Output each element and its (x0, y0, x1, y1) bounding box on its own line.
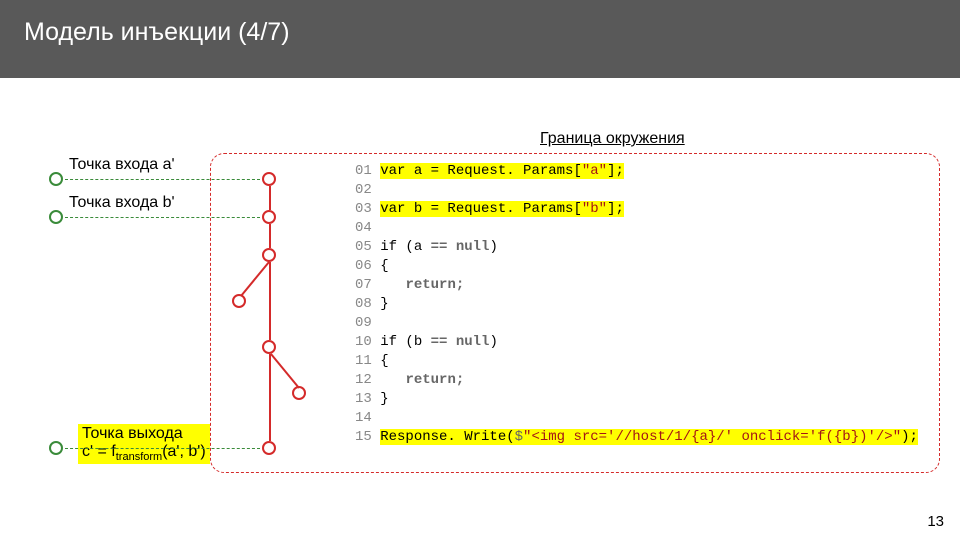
slide-header: Модель инъекции (4/7) (0, 0, 960, 78)
code-listing: 01 var a = Request. Params["a"];02 03 va… (355, 162, 918, 447)
exit-c-line1: Точка выхода (82, 425, 183, 442)
entry-b-label: Точка входа bʹ (65, 193, 179, 213)
slide-title: Модель инъекции (4/7) (24, 18, 290, 47)
node-01 (262, 172, 276, 186)
entry-b-edge (65, 217, 260, 218)
node-03 (262, 210, 276, 224)
edge-03-05 (269, 224, 271, 248)
boundary-label: Граница окружения (540, 130, 685, 148)
exit-c-post: (aʹ, bʹ) (162, 443, 205, 460)
entry-a-edge (65, 179, 260, 180)
edge-10-15 (269, 354, 271, 441)
edge-01-03 (269, 186, 271, 210)
exit-c-pre: cʹ = f (82, 443, 116, 460)
node-15 (262, 441, 276, 455)
page-number: 13 (927, 513, 944, 530)
exit-c-sub: transform (116, 451, 162, 463)
edge-05-07 (232, 256, 280, 304)
slide-content: Граница окружения Точка входа aʹ Точка в… (0, 78, 960, 540)
entry-a-label: Точка входа aʹ (65, 155, 179, 175)
exit-c-edge (65, 448, 260, 449)
entry-b-node-ext (49, 210, 63, 224)
edge-10-12 (264, 348, 312, 396)
exit-c-node-ext (49, 441, 63, 455)
edge-05-10 (269, 262, 271, 340)
exit-c-label: Точка выхода cʹ = ftransform(aʹ, bʹ) (78, 424, 210, 464)
entry-a-node-ext (49, 172, 63, 186)
